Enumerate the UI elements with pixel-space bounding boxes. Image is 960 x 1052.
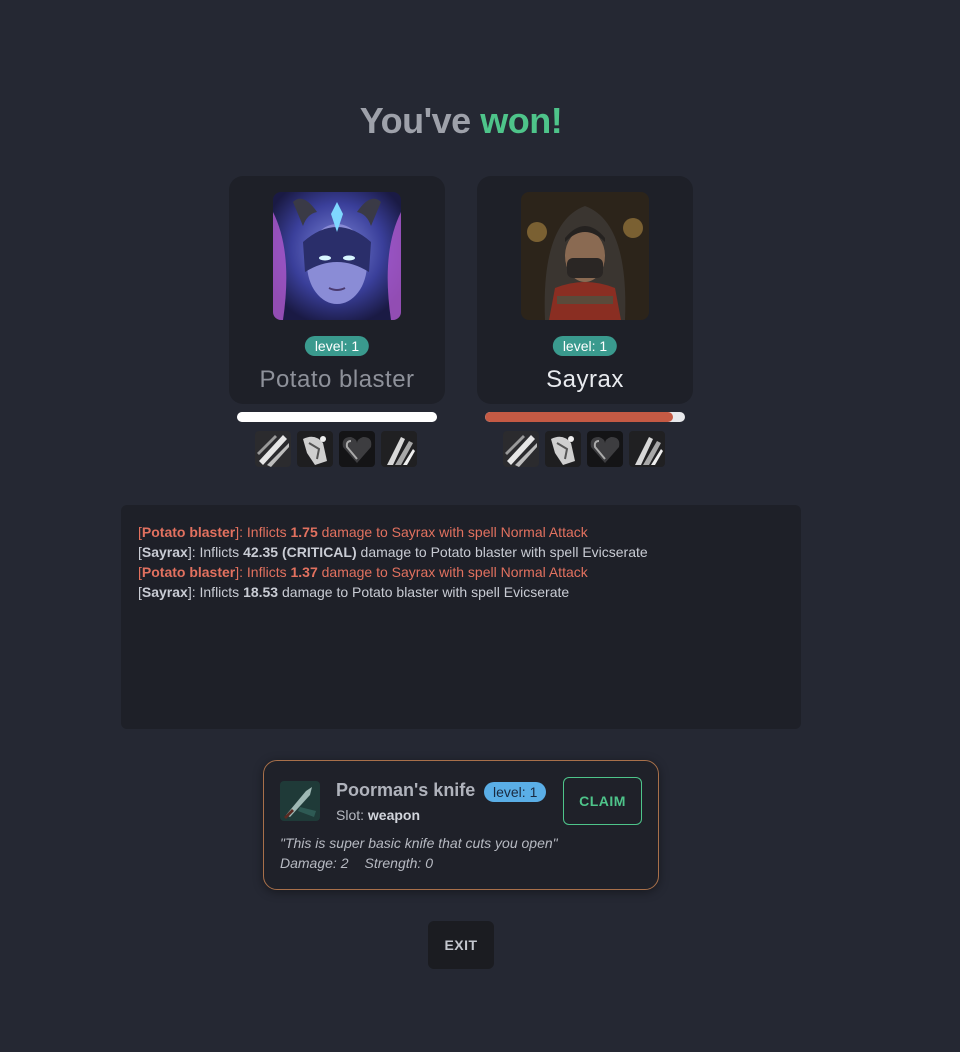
enemy-health-fill (485, 412, 673, 422)
heart-shield-icon[interactable] (587, 431, 623, 467)
combat-log-entry: [Sayrax]: Inflicts 18.53 damage to Potat… (138, 584, 570, 600)
player-spell-bar (255, 431, 421, 467)
enemy-card: level: 1 Sayrax (477, 176, 693, 404)
player-card: level: 1 Potato blaster (229, 176, 445, 404)
combat-log-entry: [Sayrax]: Inflicts 42.35 (CRITICAL) dama… (138, 544, 648, 560)
slash-icon[interactable] (503, 431, 539, 467)
item-damage: Damage: 2 (280, 855, 349, 871)
item-strength: Strength: 0 (364, 855, 433, 871)
enemy-health-bar (485, 412, 685, 422)
item-description: "This is super basic knife that cuts you… (280, 835, 558, 851)
item-slot: Slot: weapon (336, 807, 421, 823)
player-name: Potato blaster (259, 366, 415, 393)
enemy-level-badge: level: 1 (552, 336, 618, 356)
claim-button[interactable]: CLAIM (563, 777, 642, 825)
player-panel: level: 1 Potato blaster (229, 176, 445, 467)
grapple-icon[interactable] (545, 431, 581, 467)
exit-button[interactable]: EXIT (428, 921, 494, 969)
loot-card: Poorman's knife level: 1 Slot: weapon CL… (263, 760, 659, 890)
combat-log-entry: [Potato blaster]: Inflicts 1.37 damage t… (138, 564, 588, 580)
result-title-outcome: won! (480, 100, 563, 141)
item-stats: Damage: 2 Strength: 0 (280, 855, 433, 871)
claw-icon[interactable] (629, 431, 665, 467)
item-level-badge: level: 1 (484, 782, 547, 802)
enemy-panel: level: 1 Sayrax (477, 176, 693, 467)
result-title-prefix: You've (359, 100, 471, 141)
knife-icon (280, 781, 320, 821)
player-health-fill (237, 412, 437, 422)
enemy-spell-bar (503, 431, 669, 467)
item-name: Poorman's knife (336, 780, 476, 800)
combat-log[interactable]: [Potato blaster]: Inflicts 1.75 damage t… (121, 505, 801, 729)
player-level-badge: level: 1 (304, 336, 370, 356)
enemy-name: Sayrax (546, 366, 624, 393)
player-portrait (273, 192, 401, 320)
slash-icon[interactable] (255, 431, 291, 467)
heart-shield-icon[interactable] (339, 431, 375, 467)
hooded-rogue-portrait-icon (521, 192, 649, 320)
combat-log-entry: [Potato blaster]: Inflicts 1.75 damage t… (138, 524, 588, 540)
horned-sorceress-portrait-icon (273, 192, 401, 320)
result-title: You've won! (0, 100, 922, 142)
claw-icon[interactable] (381, 431, 417, 467)
enemy-portrait (521, 192, 649, 320)
player-health-bar (237, 412, 437, 422)
grapple-icon[interactable] (297, 431, 333, 467)
